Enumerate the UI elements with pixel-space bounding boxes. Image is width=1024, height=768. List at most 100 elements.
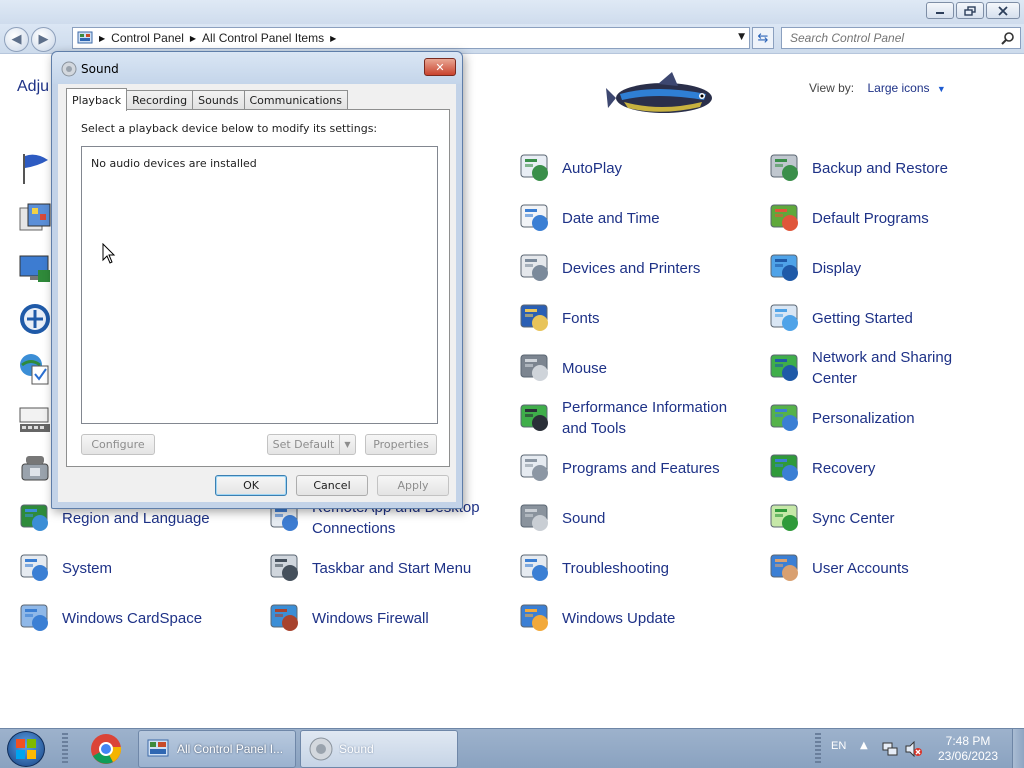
search-input[interactable] <box>790 28 1000 48</box>
chevron-down-icon[interactable]: ▼ <box>339 435 355 454</box>
show-desktop-button[interactable] <box>1012 729 1024 768</box>
mouse-pointer-icon <box>102 243 116 264</box>
ease-of-access-icon[interactable] <box>18 302 52 336</box>
cp-item-performance-information-and-tools[interactable]: Performance Information and Tools <box>518 396 748 440</box>
tab-playback[interactable]: Playback <box>66 88 128 111</box>
network-icon <box>768 351 802 385</box>
cp-item-getting-started[interactable]: Getting Started <box>768 296 998 340</box>
phone-modem-icon[interactable] <box>18 452 52 486</box>
cp-item-fonts[interactable]: Fonts <box>518 296 748 340</box>
cp-item-label: Date and Time <box>562 209 660 227</box>
cp-item-label: Windows Firewall <box>312 609 429 627</box>
address-bar[interactable]: ▶ Control Panel ▶ All Control Panel Item… <box>72 27 750 49</box>
dialog-close-button[interactable]: ✕ <box>424 58 456 76</box>
keyboard-icon[interactable] <box>18 402 52 436</box>
breadcrumb-separator[interactable]: ▶ <box>330 34 336 43</box>
cp-item-mouse[interactable]: Mouse <box>518 346 748 390</box>
windows-logo-icon <box>16 739 36 759</box>
breadcrumb-separator[interactable]: ▶ <box>99 34 105 43</box>
cp-item-programs-and-features[interactable]: Programs and Features <box>518 446 748 490</box>
fonts-folder-icon <box>518 301 552 335</box>
speaker-icon <box>518 501 552 535</box>
cp-item-display[interactable]: Display <box>768 246 998 290</box>
taskbar-grip[interactable] <box>62 733 68 765</box>
language-indicator[interactable]: EN <box>831 740 846 752</box>
back-arrow-icon: ◀ <box>11 32 22 47</box>
close-icon <box>998 5 1008 16</box>
cp-item-sound[interactable]: Sound <box>518 496 748 540</box>
cp-item-label: Windows Update <box>562 609 676 627</box>
set-default-button[interactable]: Set Default ▼ <box>267 434 356 455</box>
tab-sounds[interactable]: Sounds <box>192 90 245 110</box>
chevron-down-icon[interactable]: ▼ <box>937 84 946 94</box>
network-tray-icon[interactable] <box>882 741 898 757</box>
ok-button[interactable]: OK <box>215 475 287 496</box>
view-by-control: View by: Large icons ▼ <box>809 81 946 95</box>
breadcrumb-control-panel[interactable]: Control Panel <box>111 31 184 45</box>
flag-icon[interactable] <box>18 152 52 186</box>
refresh-button[interactable]: ⇆ <box>752 27 774 49</box>
start-button[interactable] <box>7 731 45 767</box>
cp-item-user-accounts[interactable]: User Accounts <box>768 546 998 590</box>
cp-item-recovery[interactable]: Recovery <box>768 446 998 490</box>
taskbar-control-panel-button[interactable]: All Control Panel I... <box>138 730 296 768</box>
cp-item-network-and-sharing-center[interactable]: Network and Sharing Center <box>768 346 998 390</box>
show-hidden-icons-icon[interactable]: ▲ <box>860 740 868 751</box>
cp-item-devices-and-printers[interactable]: Devices and Printers <box>518 246 748 290</box>
cp-item-windows-update[interactable]: Windows Update <box>518 596 748 640</box>
programs-icon <box>518 451 552 485</box>
remote-monitor-icon[interactable] <box>18 252 52 286</box>
system-clock[interactable]: 7:48 PM 23/06/2023 <box>930 734 1006 764</box>
close-button[interactable] <box>986 2 1020 19</box>
cp-item-windows-cardspace[interactable]: Windows CardSpace <box>18 596 248 640</box>
tab-communications[interactable]: Communications <box>243 90 348 110</box>
cp-item-label: Troubleshooting <box>562 559 670 577</box>
tab-recording[interactable]: Recording <box>126 90 194 110</box>
dialog-title-bar[interactable]: Sound ✕ <box>52 52 462 84</box>
control-panel-icon <box>77 31 93 44</box>
monitor-color-icon[interactable] <box>18 202 52 236</box>
breadcrumb-separator[interactable]: ▶ <box>190 34 196 43</box>
cp-item-troubleshooting[interactable]: Troubleshooting <box>518 546 748 590</box>
back-button[interactable]: ◀ <box>4 27 29 52</box>
dialog-title: Sound <box>81 62 119 76</box>
cancel-button[interactable]: Cancel <box>296 475 368 496</box>
dialog-body: Playback Recording Sounds Communications… <box>58 84 456 502</box>
troubleshooting-icon <box>518 551 552 585</box>
cp-item-label: Display <box>812 259 862 277</box>
title-bar <box>0 0 1024 24</box>
tab-strip: Playback Recording Sounds Communications <box>66 88 348 111</box>
cp-item-label: Programs and Features <box>562 459 720 477</box>
cp-item-autoplay[interactable]: AutoPlay <box>518 146 748 190</box>
apply-button[interactable]: Apply <box>377 475 449 496</box>
cp-item-backup-and-restore[interactable]: Backup and Restore <box>768 146 998 190</box>
chrome-taskbar-button[interactable] <box>84 731 128 767</box>
volume-muted-icon[interactable] <box>905 741 923 757</box>
globe-check-icon[interactable] <box>18 352 52 386</box>
cp-item-personalization[interactable]: Personalization <box>768 396 998 440</box>
view-by-dropdown[interactable]: Large icons <box>867 81 929 95</box>
properties-button[interactable]: Properties <box>365 434 437 455</box>
restore-button[interactable] <box>956 2 984 19</box>
clock-calendar-icon <box>518 201 552 235</box>
taskbar-sound-button[interactable]: Sound <box>300 730 458 768</box>
cp-item-taskbar-and-start-menu[interactable]: Taskbar and Start Menu <box>268 546 498 590</box>
cp-item-sync-center[interactable]: Sync Center <box>768 496 998 540</box>
minimize-icon <box>936 11 944 14</box>
cp-item-system[interactable]: System <box>18 546 248 590</box>
cp-item-date-and-time[interactable]: Date and Time <box>518 196 748 240</box>
taskbar-grip[interactable] <box>815 733 821 765</box>
restore-icon <box>964 5 976 16</box>
cp-item-default-programs[interactable]: Default Programs <box>768 196 998 240</box>
device-list[interactable]: No audio devices are installed <box>81 146 438 424</box>
address-dropdown-icon[interactable]: ▼ <box>738 32 745 42</box>
cp-item-windows-firewall[interactable]: Windows Firewall <box>268 596 498 640</box>
breadcrumb-all-items[interactable]: All Control Panel Items <box>202 31 324 45</box>
search-icon[interactable] <box>1001 31 1015 45</box>
fish-wallpaper-icon <box>606 72 712 113</box>
search-box[interactable] <box>781 27 1021 49</box>
minimize-button[interactable] <box>926 2 954 19</box>
taskbar-button-label: All Control Panel I... <box>177 742 284 756</box>
configure-button[interactable]: Configure <box>81 434 155 455</box>
forward-button[interactable]: ▶ <box>31 27 56 52</box>
